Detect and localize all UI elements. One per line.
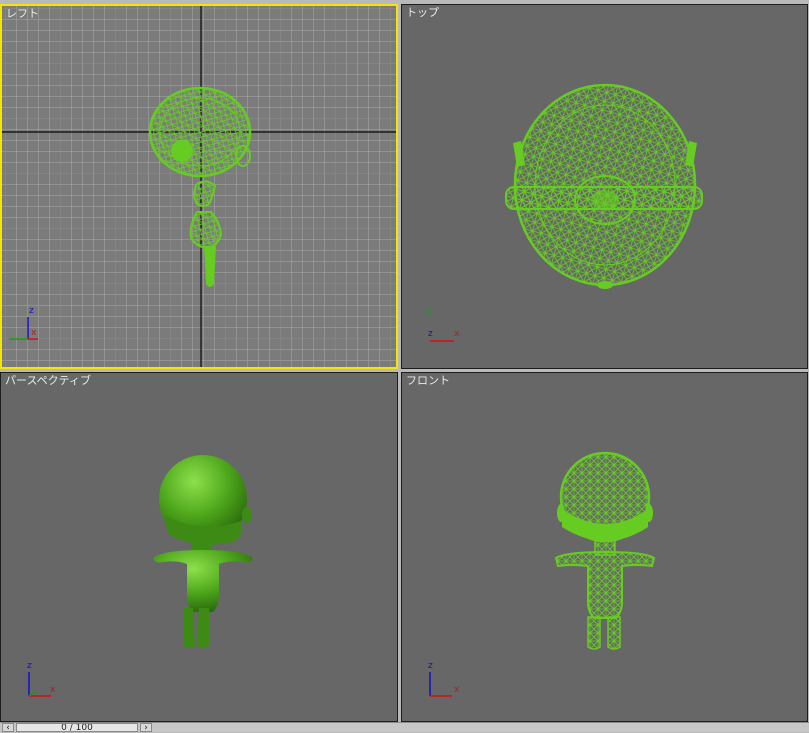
axis-x-label: x <box>454 685 460 695</box>
viewport-top[interactable]: トップ y z x <box>401 4 808 369</box>
viewport-label-perspective[interactable]: パースペクティブ <box>5 375 91 387</box>
axis-gizmo-top: y z x <box>426 306 460 342</box>
viewport-label-front[interactable]: フロント <box>406 375 450 387</box>
axis-z-label: z <box>428 329 433 339</box>
character-mesh-front[interactable] <box>554 451 656 650</box>
axis-x-label: x <box>50 685 56 695</box>
character-shaded[interactable] <box>153 455 253 648</box>
axis-z-label: z <box>428 661 433 671</box>
axis-z-label: z <box>27 661 32 671</box>
viewport-left[interactable]: レフト z x <box>0 4 398 369</box>
viewport-label-left[interactable]: レフト <box>6 8 39 20</box>
grid-and-mesh-left <box>2 6 396 367</box>
axis-x-label: x <box>454 329 460 339</box>
viewport-front[interactable]: フロント z x <box>401 372 808 722</box>
viewport-label-top[interactable]: トップ <box>406 7 439 19</box>
character-mesh-top[interactable] <box>505 83 703 289</box>
viewport-perspective[interactable]: パースペクティブ z x <box>0 372 398 722</box>
axis-x-label: x <box>31 328 37 338</box>
axis-gizmo-front: z x <box>428 661 460 697</box>
axis-gizmo-left: z x <box>9 306 38 340</box>
axis-y-label: y <box>426 306 432 316</box>
axis-z-label: z <box>29 306 34 316</box>
axis-gizmo-perspective: z x <box>27 661 56 697</box>
